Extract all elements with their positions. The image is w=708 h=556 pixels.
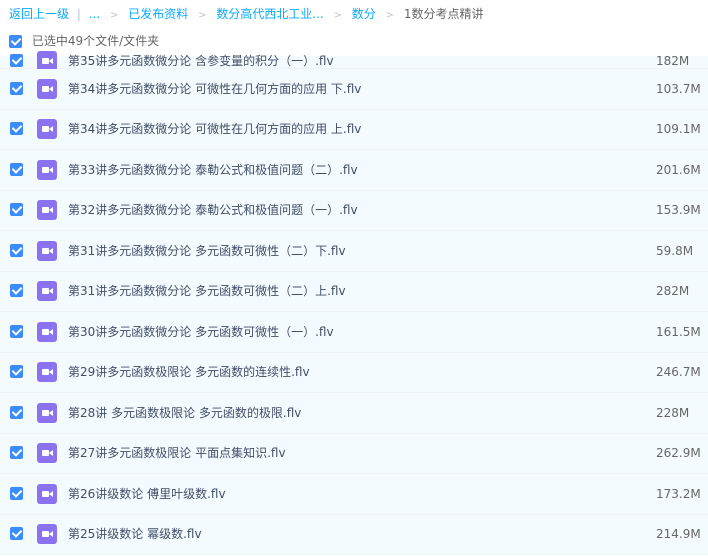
row-checkbox[interactable] [10,446,23,460]
video-file-icon [37,362,57,383]
file-row[interactable]: 第31讲多元函数微分论 多元函数可微性（二）上.flv 282M [0,271,708,312]
file-size: 153.9M [656,203,701,218]
file-name[interactable]: 第26讲级数论 傅里叶级数.flv [68,485,226,503]
file-row[interactable]: 第26讲级数论 傅里叶级数.flv 173.2M [0,474,708,515]
video-file-icon [37,524,57,545]
video-file-icon [37,321,57,342]
file-name[interactable]: 第25讲级数论 幂级数.flv [68,525,202,543]
file-row[interactable]: 第33讲多元函数微分论 泰勒公式和极值问题（二）.flv 201.6M [0,150,708,191]
file-size: 214.9M [656,527,701,542]
chevron-right-icon: > [333,10,342,21]
file-row[interactable]: 第29讲多元函数极限论 多元函数的连续性.flv 246.7M [0,352,708,393]
file-name[interactable]: 第27讲多元函数极限论 平面点集知识.flv [68,444,286,462]
file-name[interactable]: 第32讲多元函数微分论 泰勒公式和极值问题（一）.flv [68,201,358,219]
file-name[interactable]: 第34讲多元函数微分论 可微性在几何方面的应用 下.flv [68,80,361,98]
file-row[interactable]: 第34讲多元函数微分论 可微性在几何方面的应用 下.flv 103.7M [0,69,708,110]
file-name[interactable]: 第29讲多元函数极限论 多元函数的连续性.flv [68,363,310,381]
file-size: 246.7M [656,365,701,380]
row-checkbox[interactable] [10,284,23,298]
file-name[interactable]: 第30讲多元函数微分论 多元函数可微性（一）.flv [68,323,334,341]
file-row[interactable]: 第31讲多元函数微分论 多元函数可微性（二）下.flv 59.8M [0,231,708,272]
back-link[interactable]: 返回上一级 [9,7,69,21]
file-row[interactable]: 第35讲多元函数微分论 含参变量的积分（一）.flv 182M [0,51,708,71]
video-file-icon [37,483,57,504]
file-row[interactable]: 第32讲多元函数微分论 泰勒公式和极值问题（一）.flv 153.9M [0,190,708,231]
video-file-icon [37,281,57,302]
row-checkbox[interactable] [10,527,23,541]
file-size: 228M [656,405,690,420]
breadcrumb-ellipsis[interactable]: ... [89,7,100,21]
breadcrumb-current: 1数分考点精讲 [403,7,484,21]
video-file-icon [37,119,57,140]
chevron-right-icon: > [385,10,395,21]
video-file-icon [37,402,57,423]
file-size: 109.1M [656,122,701,137]
row-checkbox[interactable] [10,243,23,257]
video-file-icon [37,51,57,71]
file-size: 59.8M [656,243,694,258]
selection-bar: 已选中49个文件/文件夹 [9,32,159,50]
file-list: 第35讲多元函数微分论 含参变量的积分（一）.flv 182M 第34讲多元函数微分… [0,51,708,555]
row-checkbox[interactable] [10,122,23,136]
breadcrumb-item-published[interactable]: 已发布资料 [128,7,188,21]
file-name[interactable]: 第31讲多元函数微分论 多元函数可微性（二）上.flv [68,282,346,300]
file-row[interactable]: 第27讲多元函数极限论 平面点集知识.flv 262.9M [0,433,708,474]
file-name[interactable]: 第34讲多元函数微分论 可微性在几何方面的应用 上.flv [68,120,361,138]
file-row[interactable]: 第25讲级数论 幂级数.flv 214.9M [0,514,708,555]
video-file-icon [37,200,57,221]
video-file-icon [37,159,57,180]
breadcrumb: 返回上一级 | ... > 已发布资料 > 数分高代西北工业... > 数分 >… [9,6,483,22]
select-all-checkbox[interactable] [9,35,22,48]
row-checkbox[interactable] [10,54,23,67]
file-name[interactable]: 第35讲多元函数微分论 含参变量的积分（一）.flv [68,52,334,70]
file-size: 282M [656,284,690,299]
file-row[interactable]: 第30讲多元函数微分论 多元函数可微性（一）.flv 161.5M [0,312,708,353]
video-file-icon [37,443,57,464]
file-name[interactable]: 第33讲多元函数微分论 泰勒公式和极值问题（二）.flv [68,161,358,179]
selection-count: 已选中49个文件/文件夹 [31,34,160,48]
video-file-icon [37,240,57,261]
file-name[interactable]: 第28讲 多元函数极限论 多元函数的极限.flv [68,404,301,422]
row-checkbox[interactable] [10,486,23,500]
file-size: 182M [656,54,690,68]
row-checkbox[interactable] [10,405,23,419]
row-checkbox[interactable] [10,81,23,95]
file-size: 201.6M [656,162,701,177]
breadcrumb-item-folder[interactable]: 数分高代西北工业... [216,7,323,21]
file-name[interactable]: 第31讲多元函数微分论 多元函数可微性（二）下.flv [68,242,346,260]
file-size: 173.2M [656,486,701,501]
row-checkbox[interactable] [10,365,23,379]
video-file-icon [37,78,57,99]
row-checkbox[interactable] [10,203,23,217]
breadcrumb-item-shufen[interactable]: 数分 [352,7,376,21]
file-size: 103.7M [656,81,701,96]
file-row[interactable]: 第28讲 多元函数极限论 多元函数的极限.flv 228M [0,393,708,434]
file-row[interactable]: 第34讲多元函数微分论 可微性在几何方面的应用 上.flv 109.1M [0,109,708,150]
row-checkbox[interactable] [10,324,23,338]
file-size: 262.9M [656,446,701,461]
breadcrumb-divider: | [76,7,81,21]
row-checkbox[interactable] [10,162,23,176]
file-size: 161.5M [656,324,701,339]
chevron-right-icon: > [198,10,207,21]
chevron-right-icon: > [110,10,119,21]
